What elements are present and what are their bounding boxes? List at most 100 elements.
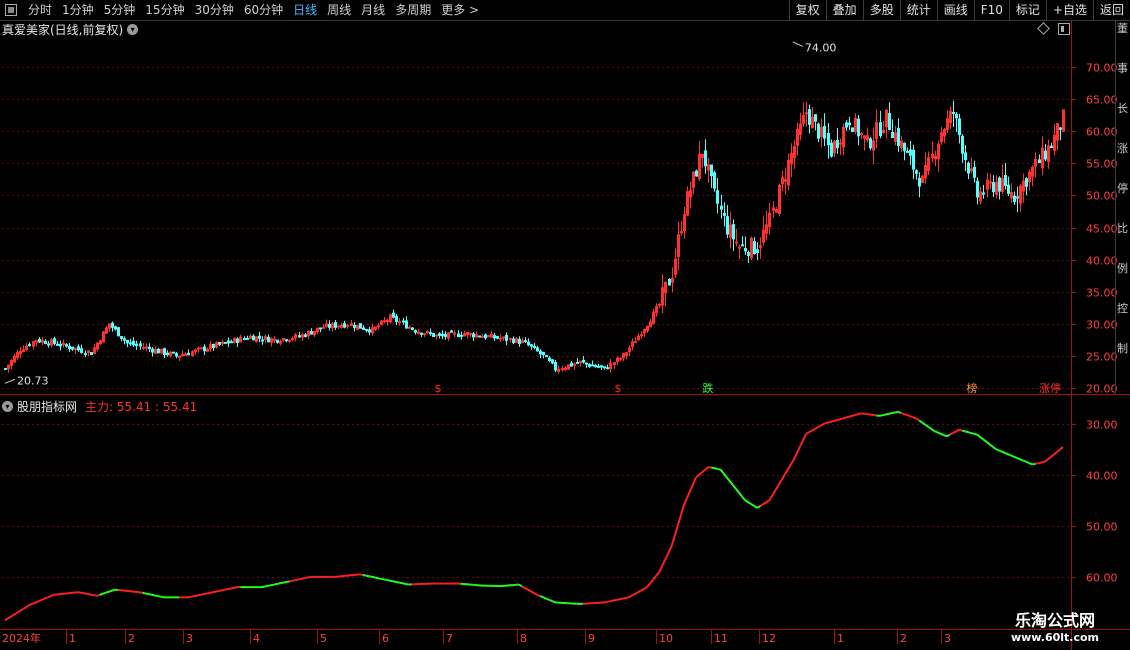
indicator-segment <box>604 600 608 604</box>
indicator-segment <box>154 594 159 598</box>
indicator-segment <box>1016 457 1021 461</box>
candle-body <box>405 320 408 329</box>
candle-body <box>982 192 985 195</box>
indicator-segment <box>796 446 801 454</box>
chevron-down-icon[interactable]: ▾ <box>2 401 13 412</box>
candle-body <box>720 205 723 210</box>
candle-body <box>362 327 365 330</box>
indicator-segment <box>940 432 945 436</box>
candle-body <box>38 338 41 343</box>
strip-char: 比 <box>1117 222 1128 235</box>
candle-body <box>1013 195 1016 203</box>
indicator-segment <box>845 415 850 419</box>
candle-body <box>246 337 249 340</box>
indicator-segment <box>744 499 749 503</box>
candle-body <box>897 127 900 146</box>
candle-body <box>619 357 622 360</box>
signal-marker: $ <box>435 382 442 395</box>
candle-body <box>423 333 426 336</box>
candle-body <box>438 333 441 336</box>
indicator-segment <box>851 414 856 417</box>
candle-body <box>227 340 230 344</box>
indicator-segment <box>725 476 731 482</box>
low-pointer <box>4 378 16 384</box>
candle-body <box>723 212 726 216</box>
indicator-segment <box>717 467 721 471</box>
indicator-segment <box>634 591 639 595</box>
indicator-grid <box>2 424 1071 578</box>
candle-body <box>891 131 894 139</box>
time-axis: 2024年 1 2 3 4 5 6 7 8 9 10 11 12 1 2 3 <box>2 630 951 645</box>
indicator-segment <box>1035 462 1039 465</box>
candle-body <box>337 325 340 328</box>
signal-marker: $ <box>615 382 622 395</box>
indicator-segment <box>380 577 385 581</box>
candle-body <box>298 335 301 338</box>
candle-body <box>203 346 206 352</box>
indicator-label: 60.00 <box>1086 572 1118 585</box>
indicator-segment <box>139 591 143 594</box>
candle-body <box>44 340 47 345</box>
candle-body <box>851 127 854 133</box>
indicator-segment <box>221 588 226 592</box>
candle-body <box>906 150 909 153</box>
candle-body <box>992 182 995 193</box>
indicator-segment <box>735 488 740 494</box>
candle-body <box>126 339 129 344</box>
time-label: 2 <box>128 632 135 645</box>
candle-body <box>365 328 368 331</box>
candle-body <box>90 352 93 356</box>
indicator-segment <box>35 600 40 604</box>
indicator-label: 50.00 <box>1086 521 1118 534</box>
indicator-segment <box>209 591 214 594</box>
high-label: 74.00 <box>805 41 837 54</box>
watermark: 乐淘公式网 www.60lt.com <box>1000 611 1110 645</box>
candle-body <box>716 190 719 204</box>
candle-body <box>499 337 502 340</box>
candle-body <box>187 352 190 356</box>
strip-char: 涨 <box>1117 142 1128 155</box>
indicator-segment <box>13 611 18 616</box>
candle-body <box>603 366 606 369</box>
indicator-segment <box>4 617 9 622</box>
indicator-segment <box>99 592 104 596</box>
watermark-title: 乐淘公式网 <box>1014 611 1095 630</box>
indicator-segment <box>1047 456 1052 461</box>
indicator-segment <box>689 483 694 492</box>
candle-body <box>952 111 955 114</box>
indicator-segment <box>7 615 12 620</box>
candle-body <box>322 326 325 329</box>
indicator-segment <box>673 525 679 537</box>
candle-body <box>120 336 123 339</box>
indicator-segment <box>906 414 911 418</box>
high-pointer <box>792 41 804 47</box>
candle-body <box>469 332 472 335</box>
indicator-segment <box>918 419 923 424</box>
candle-body <box>989 181 992 184</box>
indicator-segment <box>276 582 281 585</box>
indicator-segment <box>879 414 883 417</box>
candle-body <box>319 327 322 330</box>
indicator-segment <box>542 596 547 600</box>
indicator-segment <box>682 497 688 506</box>
candle-body <box>805 112 808 115</box>
candle-body <box>145 346 148 349</box>
indicator-segment <box>915 417 920 422</box>
indicator-segment <box>47 595 52 599</box>
time-label: 7 <box>446 632 453 645</box>
time-label: 11 <box>714 632 728 645</box>
indicator-segment <box>1044 458 1049 463</box>
candle-body <box>123 338 126 341</box>
candle-body <box>588 363 591 367</box>
indicator-segment <box>524 587 529 591</box>
price-label: 30.00 <box>1086 319 1118 332</box>
indicator-segment <box>19 607 24 612</box>
indicator-segment <box>753 505 758 509</box>
candle-body <box>212 343 215 349</box>
indicator-segment <box>762 501 767 505</box>
time-label: 1 <box>837 632 844 645</box>
candle-body <box>710 164 713 177</box>
indicator-segment <box>279 581 284 585</box>
indicator-segment <box>383 578 388 582</box>
candle-body <box>197 347 200 350</box>
